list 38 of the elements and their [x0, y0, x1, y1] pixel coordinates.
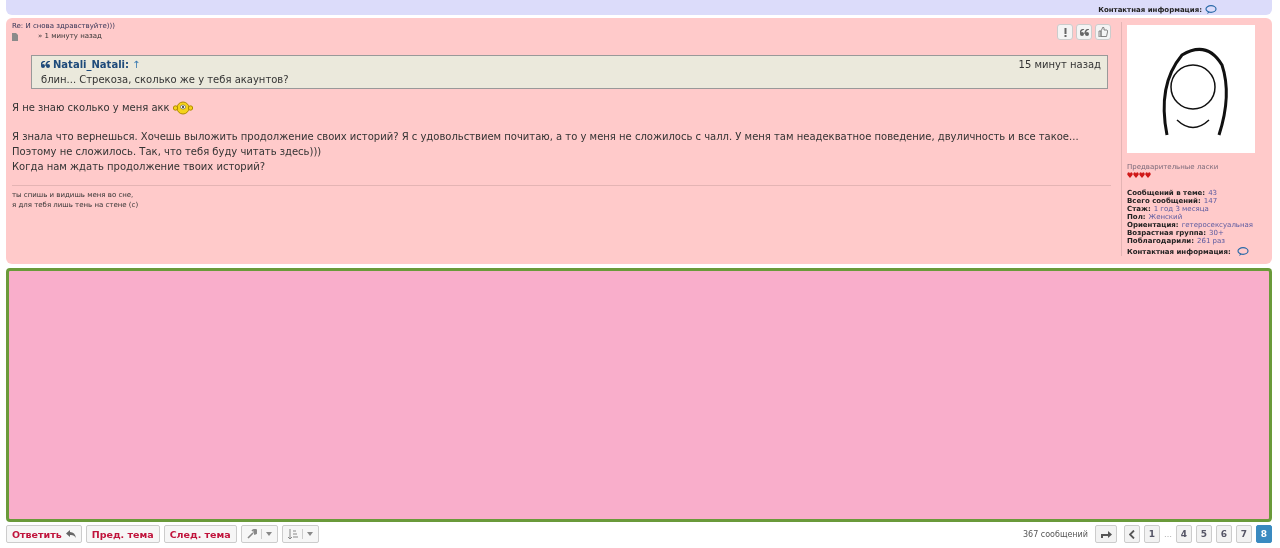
- quote-time: 15 минут назад: [1018, 59, 1101, 70]
- sort-icon: [287, 529, 298, 539]
- post-count: 367 сообщений: [1022, 529, 1088, 539]
- page-button[interactable]: 8: [1256, 525, 1272, 543]
- document-icon[interactable]: [12, 32, 18, 41]
- page-button[interactable]: 1: [1144, 525, 1160, 543]
- speech-bubble-icon[interactable]: [1205, 5, 1217, 14]
- thumbs-up-icon: [1098, 27, 1108, 37]
- reply-button[interactable]: Ответить: [6, 525, 82, 543]
- forward-arrow-icon: [1100, 530, 1112, 538]
- like-button[interactable]: [1095, 24, 1111, 40]
- tools-dropdown[interactable]: [240, 525, 278, 543]
- exclamation-icon: [1063, 27, 1067, 37]
- post-text: Я знала что вернешься. Хочешь выложить продолжение своих историй? Я с удовольствием почитаю, а то у меня не сложилось с чалл. У меня там неадекватное поведение, двуличность и все такое... Поэтому не сложилось. Так, что тебя буду читать здесь))) Когда нам ждать продолжение твоих историй?: [12, 130, 1080, 174]
- previous-page-button[interactable]: [1124, 525, 1140, 543]
- chevron-left-icon: [1129, 529, 1135, 539]
- report-button[interactable]: [1057, 24, 1073, 40]
- caret-icon: [306, 532, 313, 536]
- pagination-ellipsis: …: [1164, 529, 1172, 539]
- caret-icon: [265, 532, 272, 536]
- page-button[interactable]: 5: [1196, 525, 1212, 543]
- quote-icon: [41, 61, 50, 68]
- jump-link[interactable]: ↑: [132, 59, 141, 70]
- sort-dropdown[interactable]: [281, 525, 319, 543]
- previous-topic-button[interactable]: Пред. тема: [85, 525, 160, 543]
- page-button[interactable]: 6: [1216, 525, 1232, 543]
- next-topic-button[interactable]: След. тема: [163, 525, 237, 543]
- page-button[interactable]: 7: [1236, 525, 1252, 543]
- page-button[interactable]: 4: [1176, 525, 1192, 543]
- quote-icon: [1079, 28, 1089, 36]
- smiley-icon: [172, 100, 193, 115]
- reply-arrow-icon: [65, 530, 76, 538]
- speech-bubble-icon[interactable]: [1236, 247, 1249, 256]
- quote-button[interactable]: [1076, 24, 1092, 40]
- jump-button[interactable]: [1095, 525, 1117, 543]
- quote-text: блин... Стрекоза, сколько же у тебя акаунтов?: [41, 74, 290, 85]
- author-link[interactable]: Natali_Natali:: [53, 59, 129, 70]
- post-text: Я не знаю сколько у меня акк: [12, 101, 170, 115]
